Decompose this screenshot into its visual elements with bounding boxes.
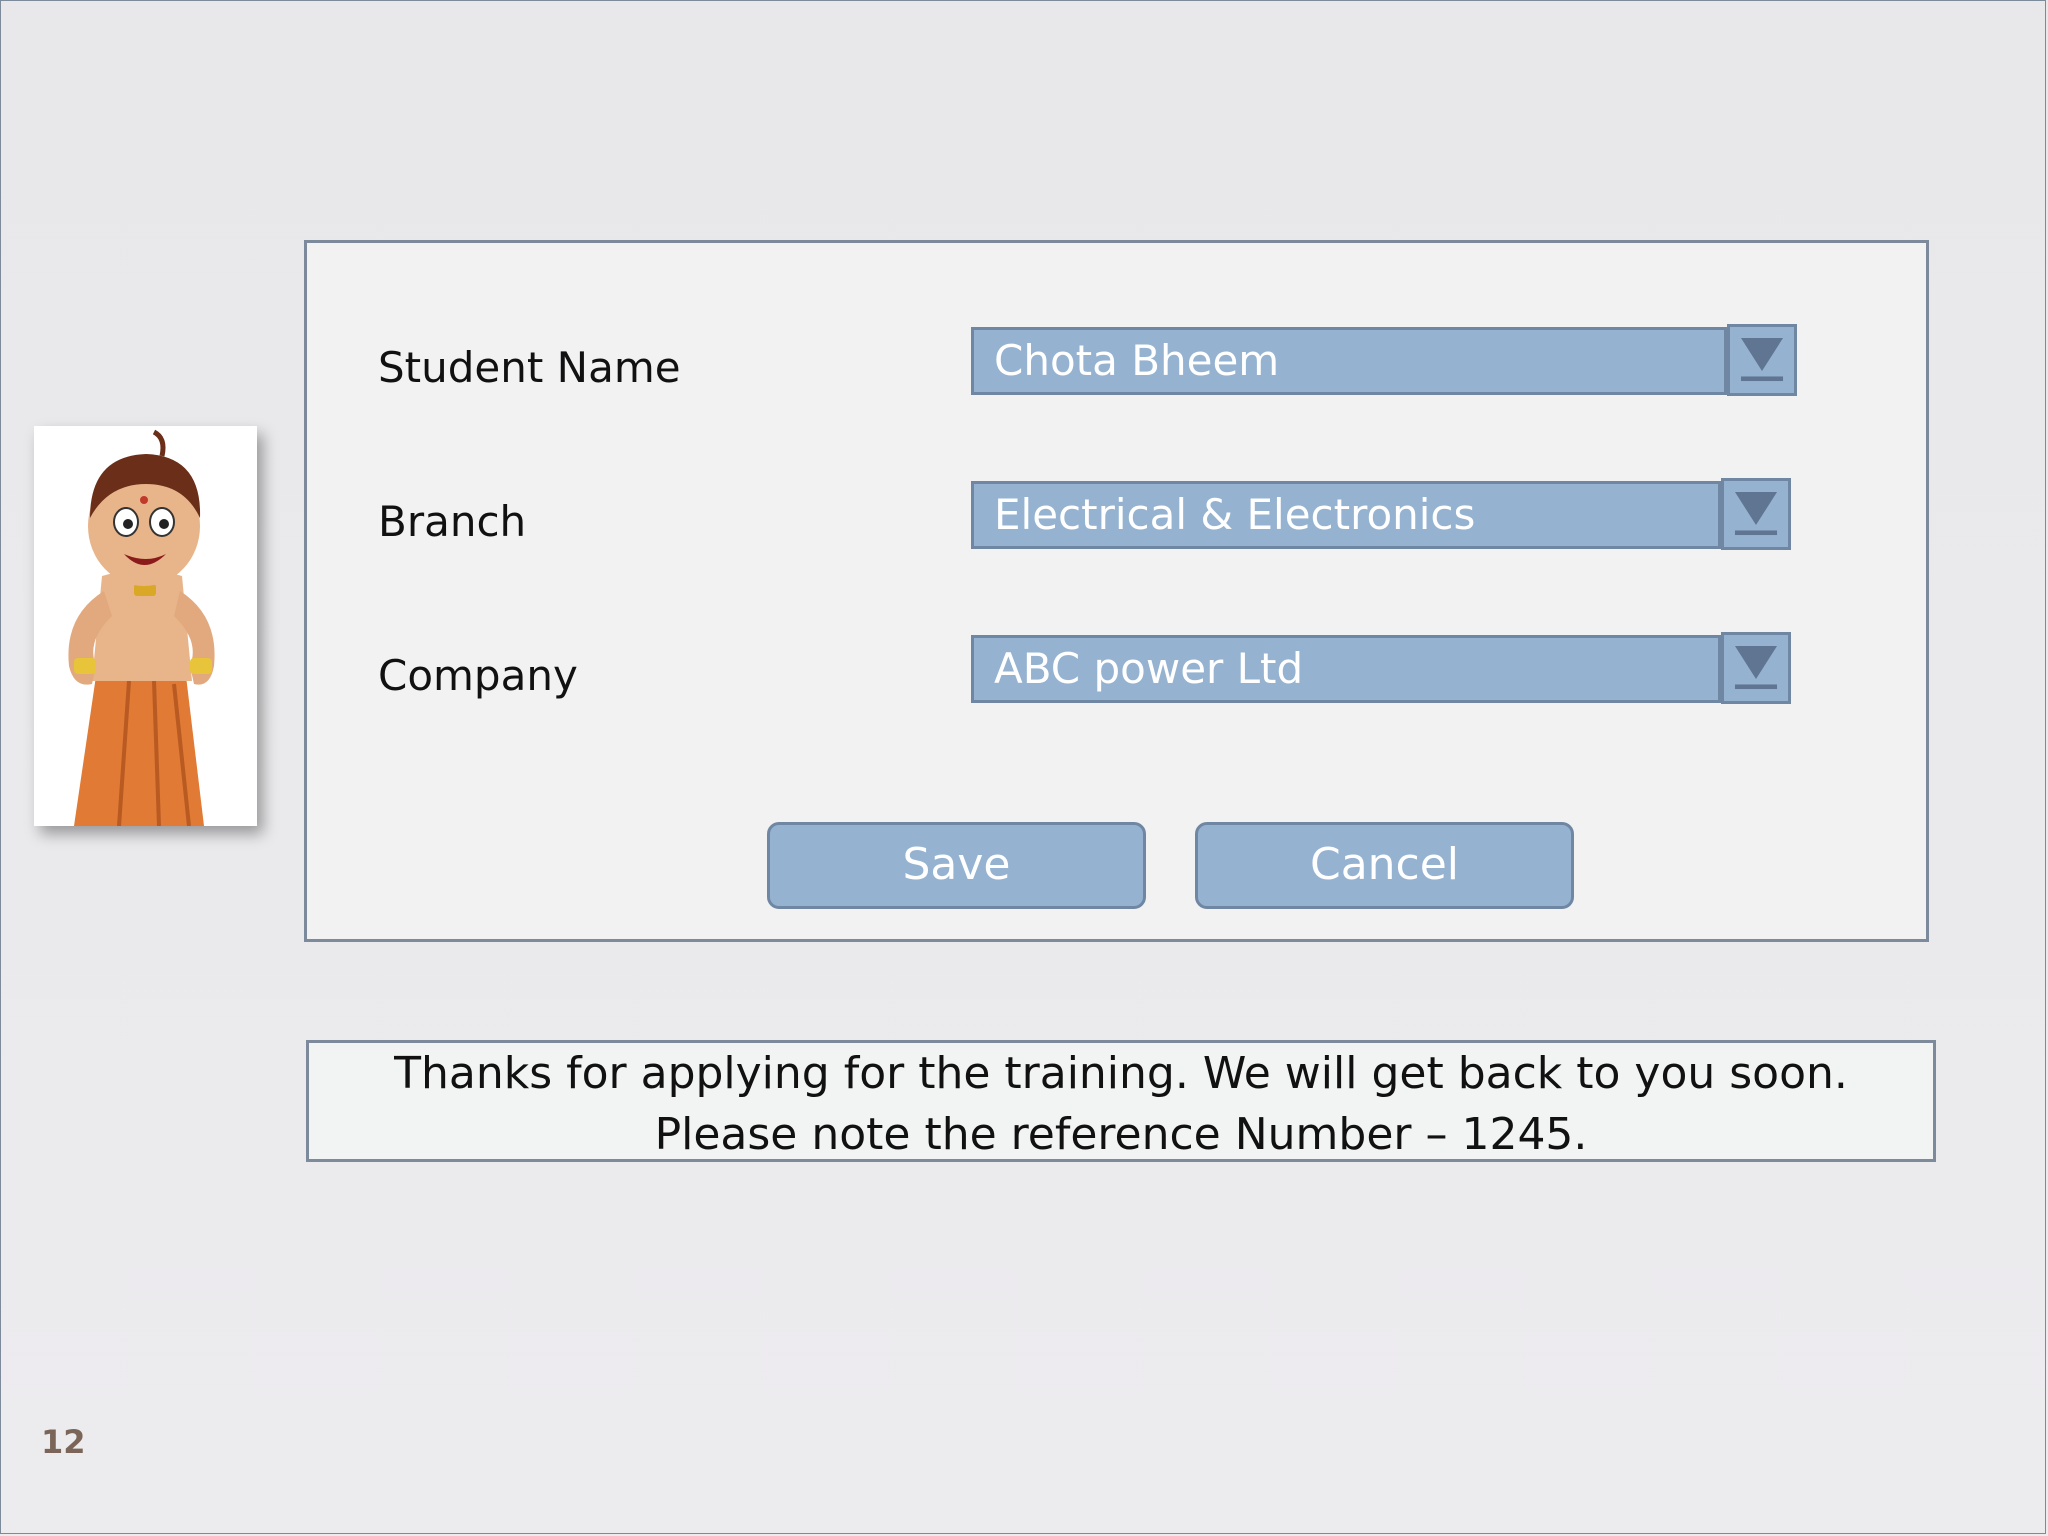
page-number: 12 (41, 1423, 86, 1461)
cancel-button[interactable]: Cancel (1195, 822, 1574, 909)
confirmation-message: Thanks for applying for the training. We… (306, 1040, 1936, 1162)
branch-value: Electrical & Electronics (994, 490, 1476, 539)
company-dropdown-arrow[interactable] (1721, 632, 1791, 704)
slide: Student Name Chota Bheem Branch Electric… (0, 0, 2046, 1534)
branch-label: Branch (378, 497, 527, 546)
student-name-label: Student Name (378, 343, 681, 392)
company-dropdown[interactable]: ABC power Ltd (971, 635, 1721, 703)
application-form: Student Name Chota Bheem Branch Electric… (304, 240, 1929, 942)
dropdown-arrow-icon (1734, 646, 1778, 690)
dropdown-arrow-icon (1734, 492, 1778, 536)
branch-dropdown[interactable]: Electrical & Electronics (971, 481, 1721, 549)
dropdown-arrow-icon (1740, 338, 1784, 382)
student-name-dropdown[interactable]: Chota Bheem (971, 327, 1727, 395)
avatar-image (34, 426, 257, 826)
student-name-value: Chota Bheem (994, 336, 1280, 385)
branch-dropdown-arrow[interactable] (1721, 478, 1791, 550)
company-value: ABC power Ltd (994, 644, 1304, 693)
company-label: Company (378, 651, 578, 700)
student-name-dropdown-arrow[interactable] (1727, 324, 1797, 396)
save-button[interactable]: Save (767, 822, 1146, 909)
